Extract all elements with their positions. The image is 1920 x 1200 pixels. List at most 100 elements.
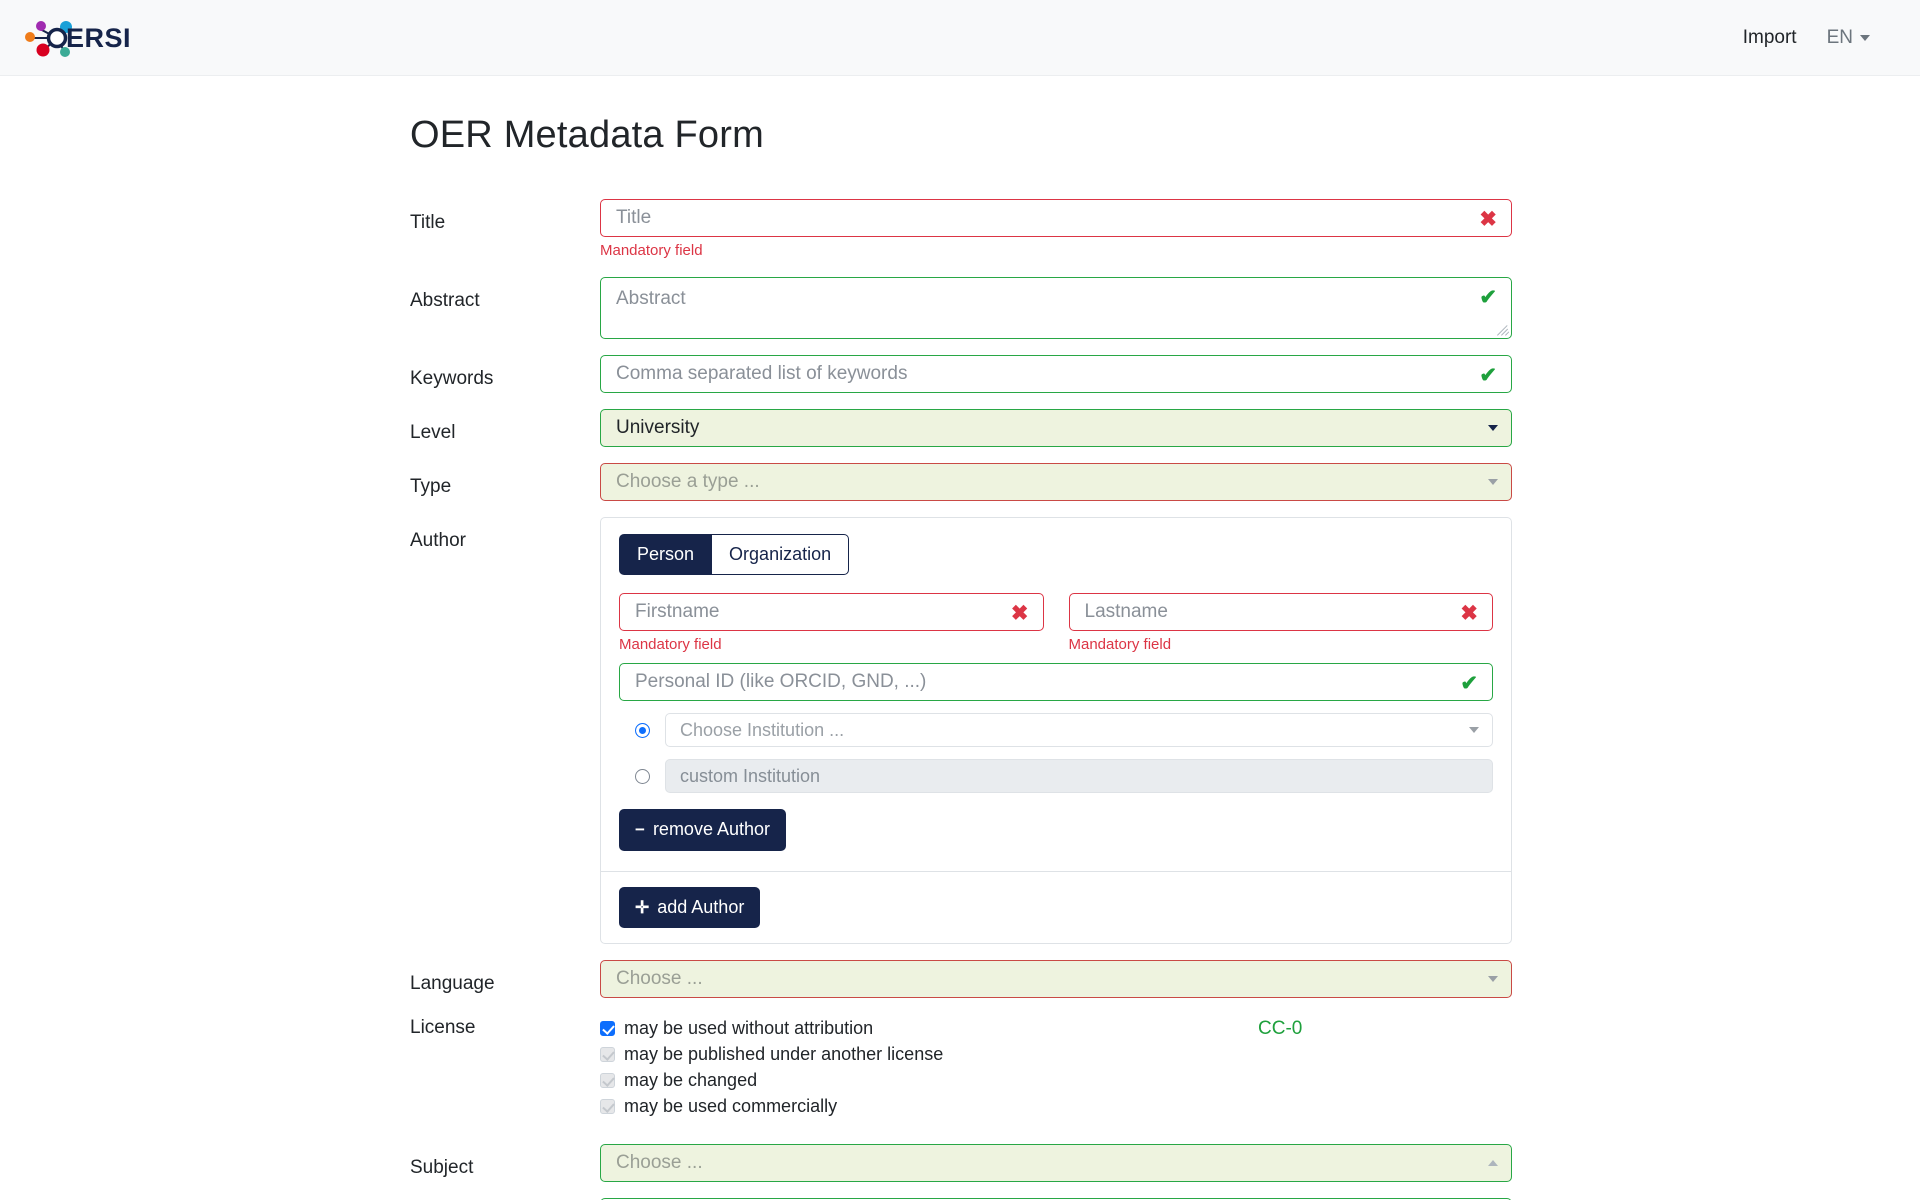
radio-institution-custom[interactable] xyxy=(635,769,650,784)
institution-custom-control: custom Institution xyxy=(665,759,1493,793)
remove-author-button[interactable]: − remove Author xyxy=(619,809,786,850)
plus-icon: ✛ xyxy=(635,899,649,916)
firstname-error: Mandatory field xyxy=(619,634,1044,655)
brand-wordmark: ERSI xyxy=(66,23,131,53)
checkbox-published-under-another-license xyxy=(600,1047,615,1062)
license-badge: CC-0 xyxy=(1240,1018,1302,1122)
subject-placeholder: Choose ... xyxy=(616,1152,703,1174)
keywords-placeholder: Comma separated list of keywords xyxy=(616,363,907,385)
field-row-level: Level University xyxy=(410,409,1920,447)
institution-choose-radio-cell xyxy=(619,723,665,738)
cross-icon: ✖ xyxy=(1479,209,1497,230)
oersi-logo-icon: ERSI xyxy=(22,16,142,60)
field-row-license: License may be used without attribution … xyxy=(410,1014,1920,1122)
label-author: Author xyxy=(410,517,600,554)
label-type: Type xyxy=(410,463,600,500)
remove-author-wrap: − remove Author xyxy=(619,809,1493,850)
keywords-input[interactable]: Comma separated list of keywords ✔ xyxy=(600,355,1512,393)
language-dropdown[interactable]: EN xyxy=(1827,27,1870,49)
author-footer: ✛ add Author xyxy=(601,872,1511,943)
personal-id-placeholder: Personal ID (like ORCID, GND, ...) xyxy=(635,671,926,693)
level-select[interactable]: University xyxy=(600,409,1512,447)
license-option-list: may be used without attribution may be p… xyxy=(600,1018,1240,1122)
author-name-row: Firstname ✖ Mandatory field Lastname ✖ xyxy=(619,593,1493,655)
title-input[interactable]: Title ✖ xyxy=(600,199,1512,237)
custom-institution-placeholder: custom Institution xyxy=(680,766,820,787)
field-row-language: Language Choose ... xyxy=(410,960,1920,998)
control-title: Title ✖ Mandatory field xyxy=(600,199,1512,261)
page-title: OER Metadata Form xyxy=(410,114,1920,157)
lastname-placeholder: Lastname xyxy=(1085,601,1168,623)
type-placeholder: Choose a type ... xyxy=(616,471,760,493)
field-row-subject: Subject Choose ... xyxy=(410,1144,1920,1182)
field-row-author: Author Person Organization Firstname xyxy=(410,517,1920,944)
chevron-up-icon xyxy=(1488,1160,1498,1166)
license-option-label: may be published under another license xyxy=(624,1044,943,1065)
abstract-textarea[interactable]: Abstract ✔ xyxy=(600,277,1512,339)
resize-handle-icon[interactable] xyxy=(1497,324,1509,336)
title-placeholder: Title xyxy=(616,207,651,229)
lastname-input[interactable]: Lastname ✖ xyxy=(1069,593,1494,631)
import-link[interactable]: Import xyxy=(1743,27,1797,49)
type-select[interactable]: Choose a type ... xyxy=(600,463,1512,501)
field-row-keywords: Keywords Comma separated list of keyword… xyxy=(410,355,1920,393)
field-row-title: Title Title ✖ Mandatory field xyxy=(410,199,1920,261)
cross-icon: ✖ xyxy=(1011,603,1029,624)
control-keywords: Comma separated list of keywords ✔ xyxy=(600,355,1512,393)
firstname-input[interactable]: Firstname ✖ xyxy=(619,593,1044,631)
add-author-label: add Author xyxy=(657,896,744,919)
language-dropdown-label: EN xyxy=(1827,27,1853,49)
page-body: OER Metadata Form Title Title ✖ Mandator… xyxy=(0,76,1920,1200)
author-tab-organization[interactable]: Organization xyxy=(712,534,849,575)
license-option: may be published under another license xyxy=(600,1044,1240,1065)
control-level: University xyxy=(600,409,1512,447)
control-type: Choose a type ... xyxy=(600,463,1512,501)
personal-id-input[interactable]: Personal ID (like ORCID, GND, ...) ✔ xyxy=(619,663,1493,701)
check-icon: ✔ xyxy=(1479,365,1497,386)
chevron-down-icon xyxy=(1488,479,1498,485)
label-title: Title xyxy=(410,199,600,236)
license-option: may be used commercially xyxy=(600,1096,1240,1117)
add-author-button[interactable]: ✛ add Author xyxy=(619,887,760,928)
label-level: Level xyxy=(410,409,600,446)
firstname-placeholder: Firstname xyxy=(635,601,719,623)
license-option: may be changed xyxy=(600,1070,1240,1091)
label-subject: Subject xyxy=(410,1144,600,1181)
control-language: Choose ... xyxy=(600,960,1512,998)
institution-placeholder: Choose Institution ... xyxy=(680,720,844,741)
institution-choose-row: Choose Institution ... xyxy=(619,713,1493,747)
institution-select[interactable]: Choose Institution ... xyxy=(665,713,1493,747)
license-option-label: may be used without attribution xyxy=(624,1018,873,1039)
institution-custom-radio-cell xyxy=(619,769,665,784)
license-option-label: may be changed xyxy=(624,1070,757,1091)
control-license: may be used without attribution may be p… xyxy=(600,1014,1512,1122)
check-icon: ✔ xyxy=(1479,287,1497,308)
author-tab-person[interactable]: Person xyxy=(619,534,712,575)
field-row-abstract: Abstract Abstract ✔ xyxy=(410,277,1920,339)
control-author: Person Organization Firstname ✖ Mandator… xyxy=(600,517,1512,944)
label-abstract: Abstract xyxy=(410,277,600,314)
control-subject: Choose ... xyxy=(600,1144,1512,1182)
license-option-label: may be used commercially xyxy=(624,1096,837,1117)
custom-institution-input[interactable]: custom Institution xyxy=(665,759,1493,793)
label-keywords: Keywords xyxy=(410,355,600,392)
subject-select[interactable]: Choose ... xyxy=(600,1144,1512,1182)
checkbox-may-be-changed xyxy=(600,1073,615,1088)
remove-author-label: remove Author xyxy=(653,818,770,841)
label-license: License xyxy=(410,1014,600,1041)
oersi-logo[interactable]: ERSI xyxy=(22,16,142,60)
chevron-down-icon xyxy=(1860,35,1870,41)
language-select[interactable]: Choose ... xyxy=(600,960,1512,998)
chevron-down-icon xyxy=(1469,727,1479,733)
control-abstract: Abstract ✔ xyxy=(600,277,1512,339)
radio-institution-choose[interactable] xyxy=(635,723,650,738)
checkbox-used-without-attribution[interactable] xyxy=(600,1021,615,1036)
author-box: Person Organization Firstname ✖ Mandator… xyxy=(600,517,1512,944)
title-error: Mandatory field xyxy=(600,240,1512,261)
lastname-error: Mandatory field xyxy=(1069,634,1494,655)
institution-choose-control: Choose Institution ... xyxy=(665,713,1493,747)
institution-custom-row: custom Institution xyxy=(619,759,1493,793)
author-type-toggle: Person Organization xyxy=(619,534,849,575)
check-icon: ✔ xyxy=(1460,673,1478,694)
language-placeholder: Choose ... xyxy=(616,968,703,990)
